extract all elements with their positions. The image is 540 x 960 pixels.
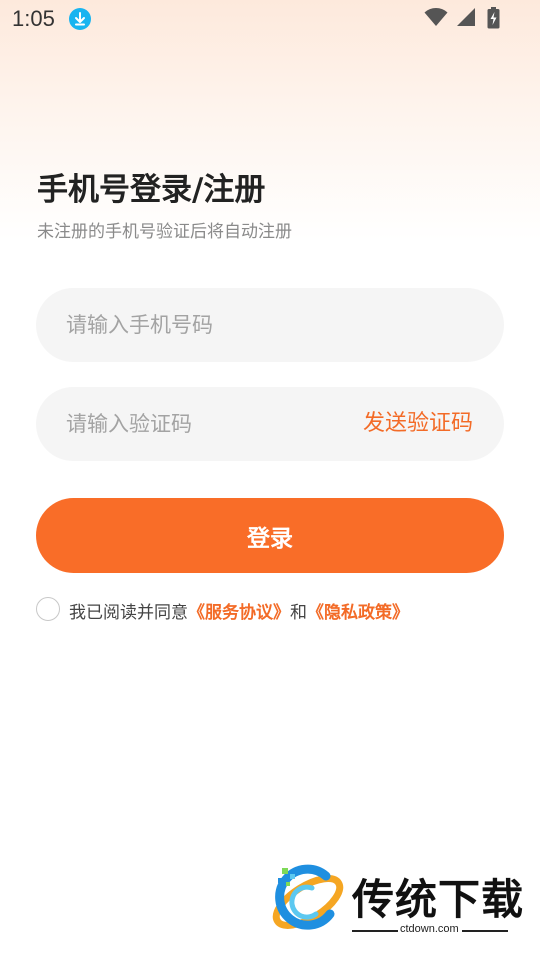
phone-input[interactable] <box>66 288 356 362</box>
agreement-row: 我已阅读并同意《服务协议》和《隐私政策》 <box>36 596 506 623</box>
wifi-icon <box>424 7 448 31</box>
download-icon <box>69 8 91 30</box>
agreement-prefix: 我已阅读并同意 <box>69 603 188 623</box>
watermark-line-right <box>462 930 508 932</box>
login-button[interactable]: 登录 <box>36 498 504 573</box>
signal-icon <box>456 7 476 31</box>
status-bar: 1:05 <box>0 0 540 38</box>
code-field-container: 发送验证码 <box>36 387 504 461</box>
agree-checkbox[interactable] <box>36 597 60 621</box>
watermark-url: ctdown.com <box>400 923 459 935</box>
agreement-text: 我已阅读并同意《服务协议》和《隐私政策》 <box>69 598 409 623</box>
watermark-title: 传统下载 <box>352 875 525 924</box>
service-agreement-link[interactable]: 《服务协议》 <box>188 603 290 623</box>
page-title: 手机号登录/注册 <box>37 172 266 208</box>
send-code-button[interactable]: 发送验证码 <box>363 387 473 461</box>
agreement-conjunction: 和 <box>290 603 307 623</box>
battery-charging-icon <box>487 7 500 33</box>
privacy-policy-link[interactable]: 《隐私政策》 <box>307 603 409 623</box>
watermark: 传统下载 ctdown.com <box>266 858 523 942</box>
status-time: 1:05 <box>12 6 55 31</box>
watermark-line-left <box>352 930 398 932</box>
phone-field-container <box>36 288 504 362</box>
verification-code-input[interactable] <box>66 387 346 461</box>
page-subtitle: 未注册的手机号验证后将自动注册 <box>37 222 292 242</box>
watermark-logo-icon <box>266 862 346 942</box>
